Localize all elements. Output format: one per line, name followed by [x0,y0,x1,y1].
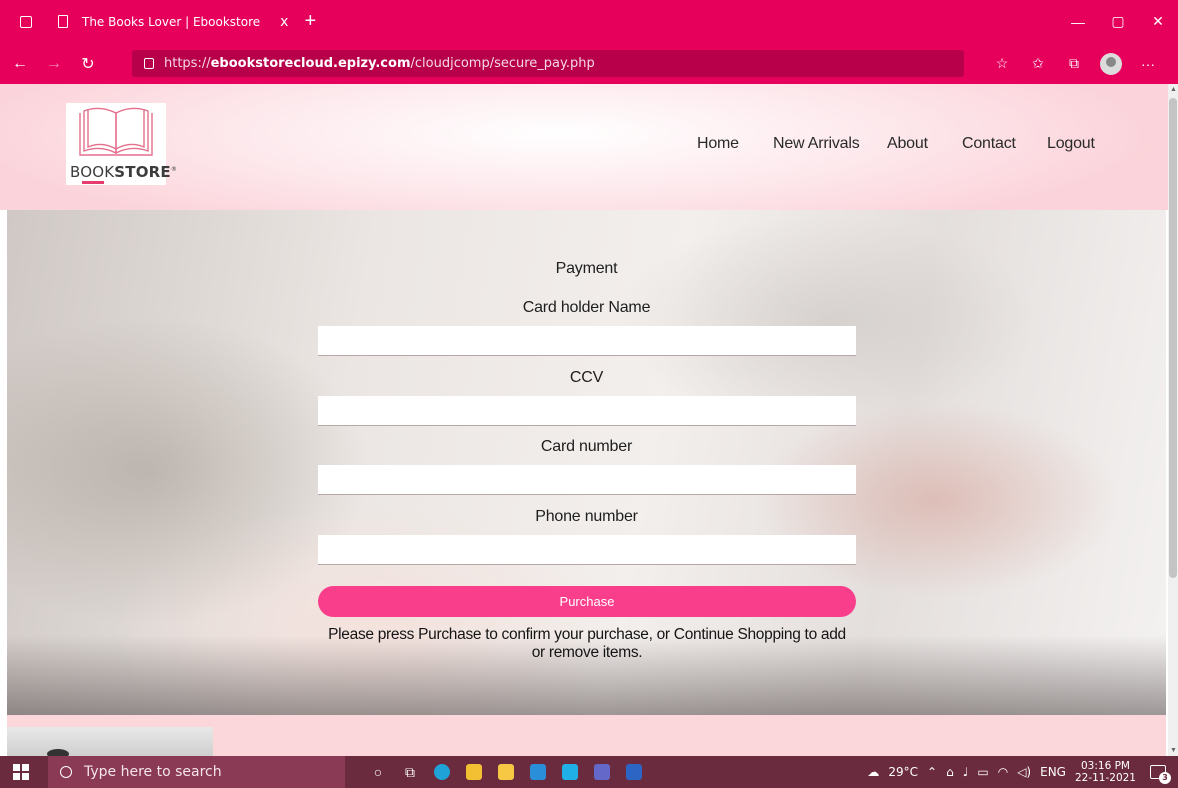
window-controls: — ▢ ✕ [1058,0,1178,43]
phone-number-input[interactable] [318,535,856,565]
file-explorer-icon[interactable] [490,756,522,788]
open-book-icon [79,107,153,156]
task-view-icon[interactable]: ⧉ [394,756,426,788]
logo-text: BOOKSTORE® [70,163,178,181]
ccv-label: CCV [569,369,604,386]
weather-temp[interactable]: 29°C [888,765,918,779]
edge-icon[interactable] [426,756,458,788]
store-icon[interactable] [458,756,490,788]
minimize-icon[interactable]: — [1058,14,1098,30]
new-tab-button[interactable]: + [304,10,316,33]
browser-tab[interactable]: The Books Lover | Ebookstore x [58,0,288,43]
payment-heading: Payment [555,260,618,277]
purchase-button[interactable]: Purchase [318,586,856,617]
card-holder-input[interactable] [318,326,856,356]
hero-background: Payment Card holder Name CCV Card number… [7,210,1166,715]
more-options-icon[interactable]: ··· [1130,56,1166,72]
phone-number-label: Phone number [535,508,638,525]
footer-strip [7,715,1166,756]
forward-arrow-icon[interactable]: → [40,55,68,73]
cortana-icon[interactable]: ○ [362,756,394,788]
wifi-icon[interactable]: ◠ [998,765,1008,779]
teams-icon[interactable] [586,756,618,788]
footer-image [7,727,213,756]
page-icon [58,15,68,28]
clock-time: 03:16 PM [1080,760,1130,772]
chevron-up-icon[interactable]: ⌃ [927,765,937,779]
card-number-label: Card number [540,438,633,455]
network-icon[interactable]: ⌂ [946,765,954,779]
scroll-down-icon[interactable]: ▼ [1170,747,1177,754]
add-favorite-icon[interactable]: ☆ [984,55,1020,72]
card-number-input[interactable] [318,465,856,495]
system-tray: ☁ 29°C ⌃ ⌂ ♩ ▭ ◠ ◁) ENG 03:16 PM 22-11-2… [867,756,1178,788]
close-window-icon[interactable]: ✕ [1138,13,1178,30]
mail-icon[interactable] [522,756,554,788]
ccv-input[interactable] [318,396,856,426]
nav-home[interactable]: Home [697,135,739,153]
nav-about[interactable]: About [887,135,928,153]
clock-date: 22-11-2021 [1074,772,1136,784]
profile-avatar[interactable] [1100,52,1122,75]
refresh-icon[interactable]: ↻ [74,54,102,74]
search-icon [60,766,72,778]
browser-toolbar: ☆ ✩ ⧉ ··· [984,43,1166,84]
windows-taskbar: Type here to search ○ ⧉ ☁ 29°C ⌃ ⌂ ♩ ▭ ◠… [0,756,1178,788]
taskbar-search-input[interactable]: Type here to search [48,756,345,788]
browser-tab-bar: The Books Lover | Ebookstore x + — ▢ ✕ [0,0,1178,43]
restore-icon[interactable]: ▢ [1098,13,1138,30]
close-tab-icon[interactable]: x [280,14,288,30]
lock-icon[interactable] [144,58,154,69]
notifications-icon[interactable]: 3 [1150,765,1171,784]
tab-title: The Books Lover | Ebookstore [82,14,261,29]
volume-icon[interactable]: ◁) [1017,765,1031,779]
notification-count: 3 [1159,772,1171,784]
taskbar-apps: ○ ⧉ [362,756,650,788]
app-l-icon[interactable] [554,756,586,788]
page-viewport: BOOKSTORE® Home New Arrivals About Conta… [0,84,1168,756]
language-indicator[interactable]: ENG [1040,765,1066,779]
weather-icon[interactable]: ☁ [867,765,879,779]
nav-contact[interactable]: Contact [962,135,1016,153]
tab-actions-icon[interactable] [20,15,32,28]
microphone-icon[interactable]: ♩ [963,765,969,779]
bookstore-logo[interactable]: BOOKSTORE® [66,103,177,185]
page-scrollbar[interactable]: ▲ ▼ [1168,84,1178,756]
card-holder-label: Card holder Name [522,299,651,316]
search-placeholder: Type here to search [84,764,222,780]
url-text: https://ebookstorecloud.epizy.com/cloudj… [164,56,595,71]
favorites-icon[interactable]: ✩ [1020,55,1056,72]
address-bar: ← → ↻ https://ebookstorecloud.epizy.com/… [0,43,1178,84]
site-header: BOOKSTORE® Home New Arrivals About Conta… [0,84,1168,210]
collections-icon[interactable]: ⧉ [1056,55,1092,72]
purchase-note: Please press Purchase to confirm your pu… [328,626,846,661]
battery-icon[interactable]: ▭ [977,765,988,779]
windows-start-icon[interactable] [13,764,29,780]
nav-logout[interactable]: Logout [1047,135,1095,153]
clock[interactable]: 03:16 PM 22-11-2021 [1075,760,1136,784]
scrollbar-thumb[interactable] [1169,98,1177,578]
nav-new-arrivals[interactable]: New Arrivals [773,135,860,153]
back-arrow-icon[interactable]: ← [6,55,34,73]
url-input[interactable]: https://ebookstorecloud.epizy.com/cloudj… [132,50,964,77]
word-icon[interactable] [618,756,650,788]
scroll-up-icon[interactable]: ▲ [1170,86,1177,93]
logo-underline [82,181,104,184]
